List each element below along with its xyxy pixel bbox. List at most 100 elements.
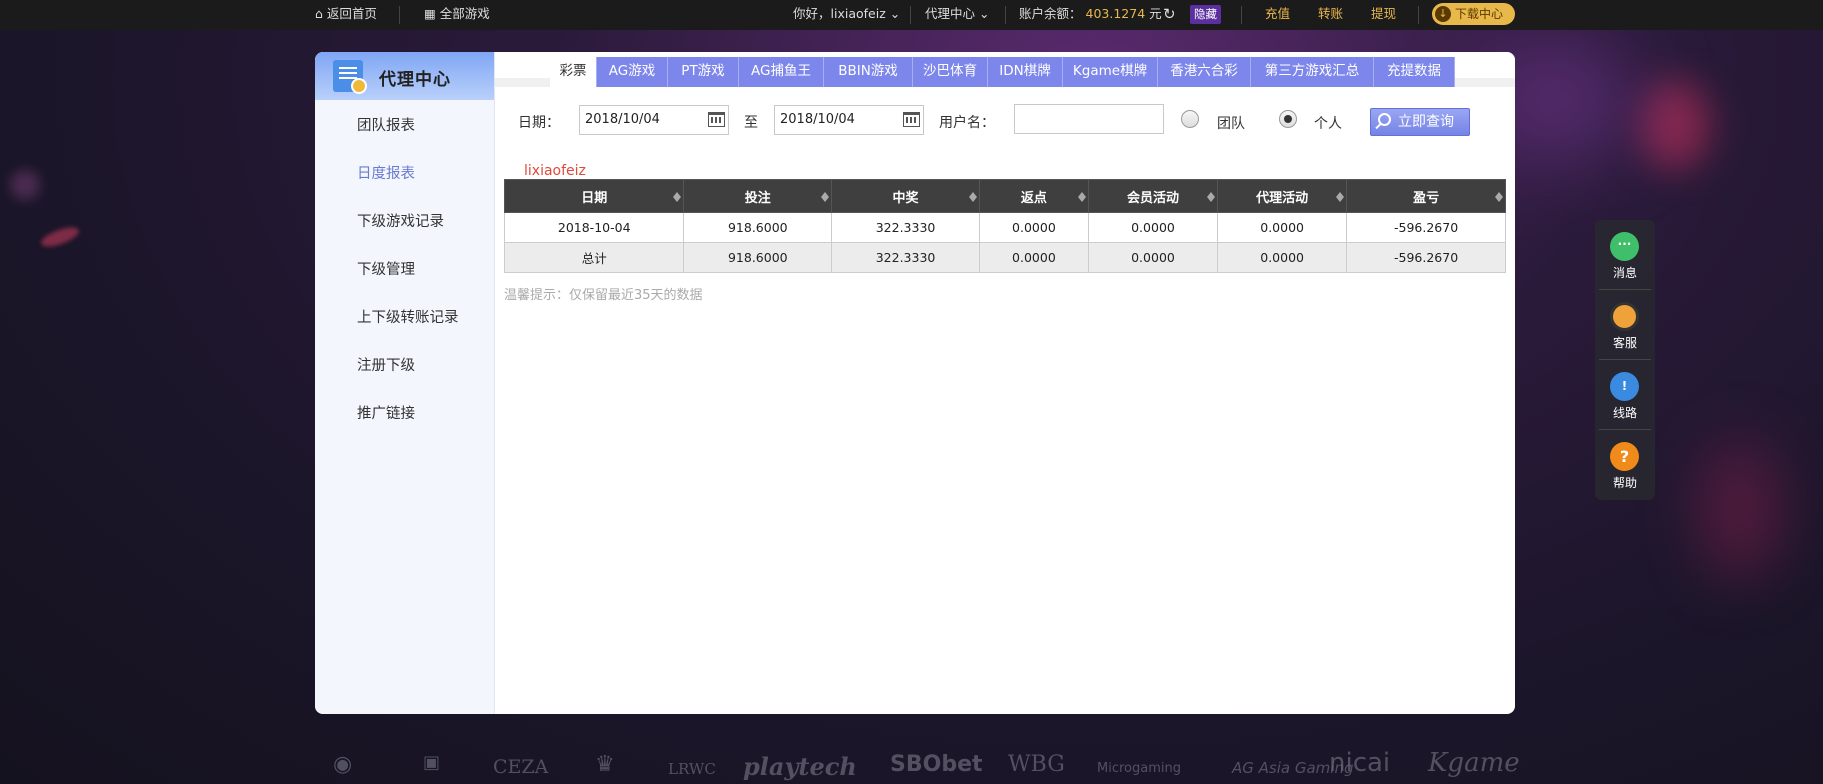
header-label: 投注 bbox=[744, 190, 771, 206]
balance-display: 账户余额： 403.1274 元 bbox=[1019, 0, 1162, 30]
background-glow bbox=[38, 223, 82, 251]
sidebar-item-team-report[interactable]: 团队报表 bbox=[357, 114, 415, 135]
chevron-down-icon: ⌄ bbox=[979, 6, 990, 21]
personal-label: 个人 bbox=[1314, 116, 1342, 132]
sidebar-item-promo-link[interactable]: 推广链接 bbox=[357, 402, 415, 423]
personal-radio[interactable] bbox=[1279, 110, 1297, 128]
sidebar-item-transfer-records[interactable]: 上下级转账记录 bbox=[357, 306, 459, 327]
chevron-down-icon: ⌄ bbox=[889, 6, 901, 21]
support-agent-icon bbox=[1610, 302, 1639, 331]
column-header-agent-activity[interactable]: 代理活动 bbox=[1217, 179, 1348, 213]
background-glow bbox=[1700, 440, 1780, 580]
sidebar-item-daily-report[interactable]: 日度报表 bbox=[357, 162, 415, 183]
message-button[interactable]: ··· 消息 bbox=[1595, 220, 1655, 290]
sidebar-item-register-sub[interactable]: 注册下级 bbox=[357, 354, 415, 375]
header-label: 日期 bbox=[581, 190, 608, 206]
team-label: 团队 bbox=[1217, 116, 1245, 132]
header-label: 代理活动 bbox=[1256, 190, 1309, 206]
sidebar-title: 代理中心 bbox=[379, 70, 451, 90]
tab-saba-sports[interactable]: 沙巴体育 bbox=[913, 57, 988, 87]
agent-center-icon bbox=[333, 60, 367, 94]
team-radio[interactable] bbox=[1181, 110, 1199, 128]
table-cell: 918.6000 bbox=[683, 242, 833, 273]
message-label: 消息 bbox=[1612, 266, 1637, 280]
calendar-icon[interactable] bbox=[708, 112, 725, 127]
column-header-rebate[interactable]: 返点 bbox=[978, 179, 1089, 213]
column-header-date[interactable]: 日期 bbox=[503, 179, 685, 213]
withdraw-link[interactable]: 提现 bbox=[1371, 0, 1396, 30]
table-cell: 0.0000 bbox=[1087, 242, 1219, 273]
tab-idn-cards[interactable]: IDN棋牌 bbox=[988, 57, 1063, 87]
table-row: 2018-10-04 918.6000 322.3330 0.0000 0.00… bbox=[503, 212, 1506, 243]
help-icon: ? bbox=[1610, 442, 1639, 471]
chat-icon: ··· bbox=[1610, 232, 1639, 261]
table-cell: 918.6000 bbox=[683, 212, 833, 243]
divider bbox=[910, 6, 911, 24]
username-label: 用户名： bbox=[939, 115, 995, 131]
date-to-input[interactable]: 2018/10/04 bbox=[774, 105, 924, 135]
user-menu[interactable]: 你好，lixiaofeiz ⌄ bbox=[793, 0, 900, 30]
all-games-link[interactable]: ▦ 全部游戏 bbox=[424, 0, 490, 30]
column-header-member-activity[interactable]: 会员活动 bbox=[1087, 179, 1219, 213]
header-label: 返点 bbox=[1020, 190, 1047, 206]
sidebar-item-sub-game-records[interactable]: 下级游戏记录 bbox=[357, 210, 444, 231]
game-tabs: 彩票 AG游戏 PT游戏 AG捕鱼王 BBIN游戏 沙巴体育 IDN棋牌 Kga… bbox=[495, 52, 1515, 87]
table-cell: -596.2670 bbox=[1346, 212, 1506, 243]
table-header-row: 日期 投注 中奖 返点 会员活动 代理活动 盈亏 bbox=[503, 179, 1506, 213]
table-cell: 0.0000 bbox=[1217, 212, 1348, 243]
tab-hk-mark-six[interactable]: 香港六合彩 bbox=[1158, 57, 1251, 87]
table-cell: 0.0000 bbox=[1217, 242, 1348, 273]
sidebar-item-sub-management[interactable]: 下级管理 bbox=[357, 258, 415, 279]
customer-service-button[interactable]: 客服 bbox=[1595, 290, 1655, 360]
query-button[interactable]: 立即查询 bbox=[1370, 108, 1470, 136]
partner-logo-microgaming: Microgaming bbox=[1097, 761, 1181, 776]
refresh-icon[interactable]: ↻ bbox=[1163, 0, 1176, 30]
partner-logo-nicai: nicai bbox=[1329, 748, 1391, 778]
daily-report-table: 日期 投注 中奖 返点 会员活动 代理活动 盈亏 2018-10-04 918.… bbox=[503, 179, 1506, 273]
service-label: 客服 bbox=[1612, 336, 1637, 350]
route-button[interactable]: ! 线路 bbox=[1595, 360, 1655, 430]
tab-deposit-withdraw-data[interactable]: 充提数据 bbox=[1374, 57, 1455, 87]
partner-logos: ◉ ▣ CEZA ♛ LRWC playtech SBObet WBG Micr… bbox=[325, 748, 1525, 784]
shield-seal-icon: ▣ bbox=[423, 752, 441, 773]
download-center-button[interactable]: ↓ 下载中心 bbox=[1432, 3, 1515, 25]
hide-balance-button[interactable]: 隐藏 bbox=[1190, 5, 1221, 24]
grid-icon: ▦ bbox=[424, 6, 436, 21]
tab-kgame-cards[interactable]: Kgame棋牌 bbox=[1063, 57, 1158, 87]
crown-seal-icon: ♛ bbox=[595, 752, 615, 777]
table-cell: 322.3330 bbox=[831, 212, 980, 243]
floating-menu: ··· 消息 客服 ! 线路 ? 帮助 bbox=[1595, 220, 1655, 500]
tab-bbin-games[interactable]: BBIN游戏 bbox=[824, 57, 913, 87]
column-header-bet[interactable]: 投注 bbox=[683, 179, 833, 213]
sidebar: 代理中心 团队报表 日度报表 下级游戏记录 下级管理 上下级转账记录 注册下级 … bbox=[315, 52, 495, 714]
query-label: 立即查询 bbox=[1398, 114, 1454, 130]
table-cell: 0.0000 bbox=[978, 242, 1089, 273]
partner-logo-ceza: CEZA bbox=[493, 756, 549, 778]
balance-label: 账户余额： bbox=[1019, 6, 1082, 21]
tab-third-party-summary[interactable]: 第三方游戏汇总 bbox=[1251, 57, 1374, 87]
partner-logo-wbg: WBG bbox=[1008, 752, 1065, 777]
calendar-icon[interactable] bbox=[903, 112, 920, 127]
date-to-value: 2018/10/04 bbox=[780, 112, 855, 127]
recharge-link[interactable]: 充值 bbox=[1265, 0, 1290, 30]
header-label: 中奖 bbox=[892, 190, 919, 206]
divider bbox=[1005, 6, 1006, 24]
date-from-input[interactable]: 2018/10/04 bbox=[579, 105, 729, 135]
tab-lottery[interactable]: 彩票 bbox=[550, 57, 597, 87]
agent-center-menu[interactable]: 代理中心 ⌄ bbox=[925, 0, 989, 30]
home-link[interactable]: ⌂ 返回首页 bbox=[315, 0, 377, 30]
current-username: lixiaofeiz bbox=[524, 163, 586, 179]
help-button[interactable]: ? 帮助 bbox=[1595, 430, 1655, 500]
tab-ag-fishing[interactable]: AG捕鱼王 bbox=[739, 57, 824, 87]
balance-unit: 元 bbox=[1149, 6, 1162, 21]
tab-pt-games[interactable]: PT游戏 bbox=[668, 57, 739, 87]
tab-ag-games[interactable]: AG游戏 bbox=[597, 57, 668, 87]
column-header-profit-loss[interactable]: 盈亏 bbox=[1346, 179, 1506, 213]
route-gauge-icon: ! bbox=[1610, 372, 1639, 401]
column-header-win[interactable]: 中奖 bbox=[831, 179, 980, 213]
partner-logo-sbobet: SBObet bbox=[890, 752, 983, 777]
username-input[interactable] bbox=[1014, 104, 1164, 134]
globe-seal-icon: ◉ bbox=[333, 752, 353, 777]
divider bbox=[399, 6, 400, 24]
transfer-link[interactable]: 转账 bbox=[1318, 0, 1343, 30]
